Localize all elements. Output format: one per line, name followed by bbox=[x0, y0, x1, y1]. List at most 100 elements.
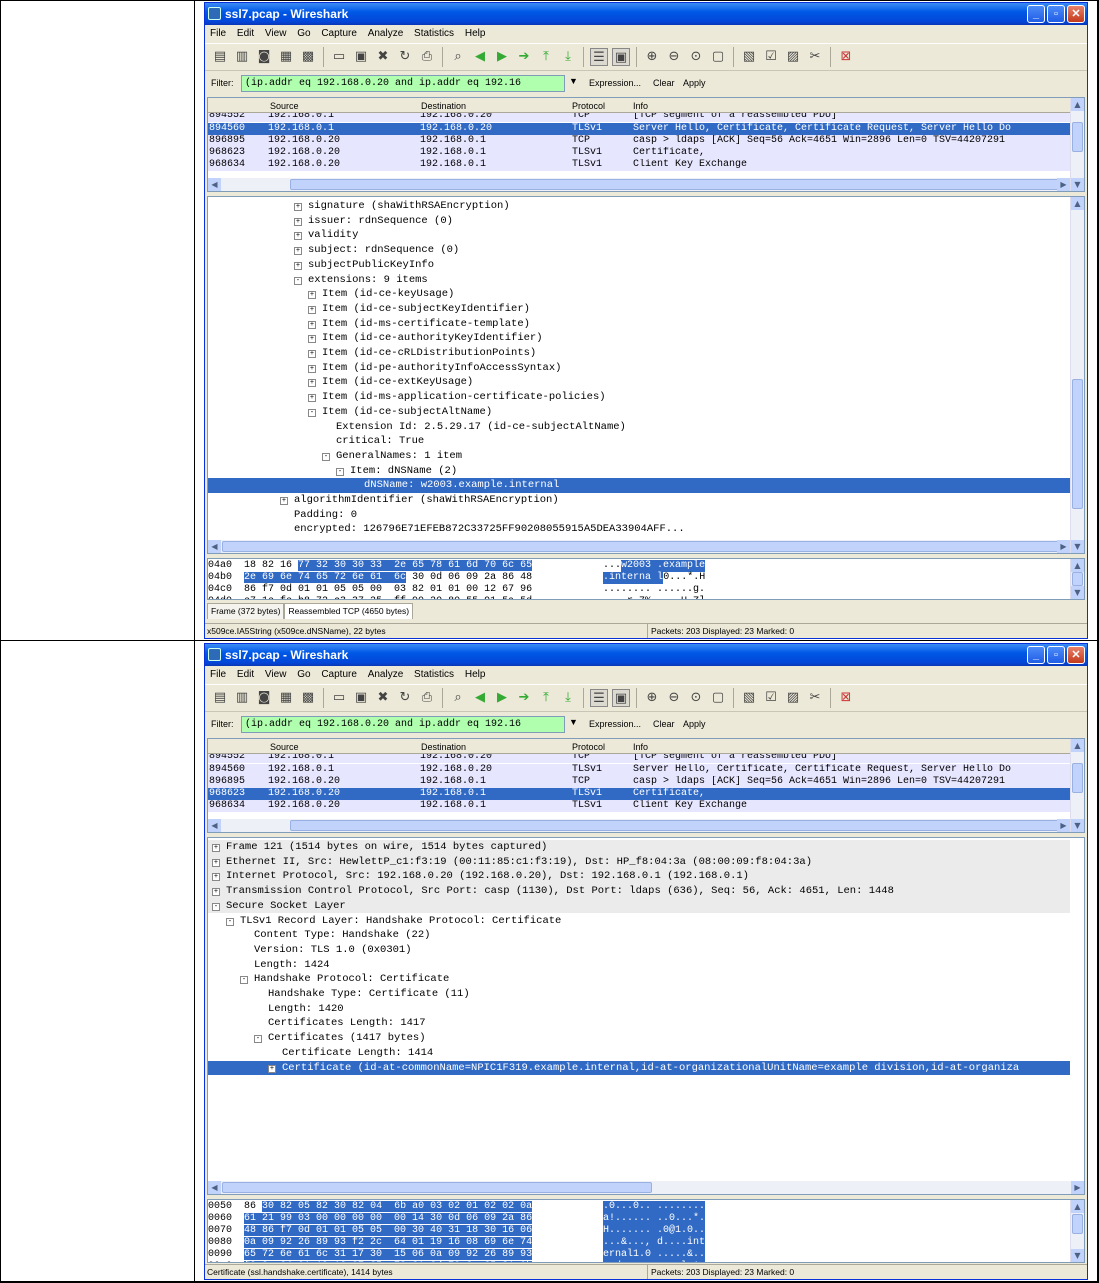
hex-line[interactable]: 00a0 f2 2c 64 01 19 16 07 65 78 61 6d 70… bbox=[208, 1261, 1070, 1262]
collapse-icon[interactable]: - bbox=[336, 467, 344, 476]
bytes-vscrollbar[interactable]: ▲ ▼ bbox=[1070, 1200, 1084, 1262]
help-icon[interactable]: ⊠ bbox=[837, 48, 855, 66]
scroll-left-icon[interactable]: ◀ bbox=[208, 819, 221, 832]
packet-row[interactable]: 894552 192.168.0.1 192.168.0.20 TCP [TCP seg… bbox=[208, 754, 1070, 763]
maximize-button[interactable]: ▫ bbox=[1047, 646, 1065, 664]
capture-filters-icon[interactable]: ▧ bbox=[740, 689, 758, 707]
tree-item[interactable]: + Item (id-pe-authorityInfoAccessSyntax) bbox=[208, 361, 1070, 376]
menu-help[interactable]: Help bbox=[465, 669, 486, 680]
print-icon[interactable]: ⎙ bbox=[418, 48, 436, 66]
expand-icon[interactable]: + bbox=[212, 858, 220, 867]
apply-button[interactable]: Apply bbox=[683, 719, 706, 729]
capture-options-icon[interactable]: ▥ bbox=[233, 48, 251, 66]
expand-icon[interactable]: + bbox=[308, 364, 316, 373]
clear-button[interactable]: Clear bbox=[653, 719, 675, 729]
menu-analyze[interactable]: Analyze bbox=[368, 669, 404, 680]
start-capture-icon[interactable]: ◙ bbox=[255, 689, 273, 707]
column-source[interactable]: Source bbox=[270, 740, 299, 754]
tree-item[interactable]: + algorithmIdentifier (shaWithRSAEncrypti… bbox=[208, 493, 1070, 508]
find-icon[interactable]: ⌕ bbox=[449, 48, 467, 66]
expand-icon[interactable]: + bbox=[308, 350, 316, 358]
collapse-icon[interactable]: - bbox=[254, 1035, 262, 1044]
filter-input[interactable]: (ip.addr eq 192.168.0.20 and ip.addr eq … bbox=[241, 75, 565, 92]
tree-item[interactable]: Extension Id: 2.5.29.17 (id-ce-subjectAl… bbox=[208, 420, 1070, 435]
expression-button[interactable]: Expression... bbox=[589, 719, 641, 729]
details-hscrollbar[interactable]: ◀ ▶ bbox=[208, 1181, 1084, 1194]
bytes-vscrollbar[interactable]: ▲ ▼ bbox=[1070, 559, 1084, 599]
tree-item[interactable]: - Handshake Protocol: Certificate bbox=[208, 972, 1070, 987]
scroll-thumb[interactable] bbox=[1072, 379, 1083, 509]
expand-icon[interactable]: + bbox=[308, 291, 316, 300]
zoom-normal-icon[interactable]: ⊙ bbox=[687, 689, 705, 707]
scroll-thumb[interactable] bbox=[222, 541, 1062, 552]
scroll-right-icon[interactable]: ▶ bbox=[1071, 1181, 1084, 1194]
display-filters-icon[interactable]: ☑ bbox=[762, 48, 780, 66]
tree-item-selected[interactable]: + Certificate (id-at-commonName=NPIC1F319… bbox=[208, 1060, 1070, 1076]
hex-line[interactable]: 0080 0a 09 92 26 89 93 f2 2c 64 01 19 16… bbox=[208, 1237, 1070, 1249]
zoom-in-icon[interactable]: ⊕ bbox=[643, 48, 661, 66]
menu-view[interactable]: View bbox=[265, 28, 287, 39]
tree-item[interactable]: Certificates Length: 1417 bbox=[208, 1016, 1070, 1031]
last-packet-icon[interactable]: ⤓ bbox=[559, 689, 577, 707]
tree-item[interactable]: + Item (id-ce-keyUsage) bbox=[208, 287, 1070, 302]
menu-go[interactable]: Go bbox=[297, 669, 310, 680]
expand-icon[interactable]: + bbox=[294, 261, 302, 270]
expand-icon[interactable]: + bbox=[308, 379, 316, 388]
tree-item[interactable]: + Transmission Control Protocol, Src Port… bbox=[208, 884, 1070, 899]
filter-dropdown-icon[interactable]: ▼ bbox=[569, 76, 578, 86]
find-icon[interactable]: ⌕ bbox=[449, 689, 467, 707]
menu-statistics[interactable]: Statistics bbox=[414, 669, 454, 680]
scroll-thumb[interactable] bbox=[290, 820, 1060, 831]
packet-row[interactable]: 968623 192.168.0.20 192.168.0.1 TLSv1 Certif… bbox=[208, 147, 1070, 159]
forward-icon[interactable]: ▶ bbox=[493, 48, 511, 66]
goto-icon[interactable]: ➔ bbox=[515, 689, 533, 707]
tab-frame[interactable]: Frame (372 bytes) bbox=[207, 603, 285, 619]
packet-row[interactable]: 968634 192.168.0.20 192.168.0.1 TLSv1 Client… bbox=[208, 159, 1070, 171]
back-icon[interactable]: ◀ bbox=[471, 689, 489, 707]
scroll-left-icon[interactable]: ◀ bbox=[208, 178, 221, 191]
expand-icon[interactable]: + bbox=[294, 247, 302, 256]
tree-item[interactable]: - Secure Socket Layer bbox=[208, 898, 1070, 914]
tree-item[interactable]: + subject: rdnSequence (0) bbox=[208, 243, 1070, 258]
filter-input[interactable]: (ip.addr eq 192.168.0.20 and ip.addr eq … bbox=[241, 716, 565, 733]
tree-item[interactable]: Handshake Type: Certificate (11) bbox=[208, 987, 1070, 1002]
close-file-icon[interactable]: ✖ bbox=[374, 48, 392, 66]
save-icon[interactable]: ▣ bbox=[352, 689, 370, 707]
scroll-down-icon[interactable]: ▼ bbox=[1071, 540, 1084, 553]
column-destination[interactable]: Destination bbox=[421, 99, 466, 113]
tree-item[interactable]: Length: 1424 bbox=[208, 958, 1070, 973]
expression-button[interactable]: Expression... bbox=[589, 78, 641, 88]
minimize-button[interactable]: _ bbox=[1027, 5, 1045, 23]
scroll-down-icon[interactable]: ▼ bbox=[1071, 586, 1084, 599]
scroll-down-icon[interactable]: ▼ bbox=[1071, 819, 1084, 832]
first-packet-icon[interactable]: ⤒ bbox=[537, 48, 555, 66]
column-protocol[interactable]: Protocol bbox=[572, 740, 605, 754]
hex-line[interactable]: 0060 61 21 99 03 00 00 00 00 00 14 30 0d… bbox=[208, 1213, 1070, 1225]
save-icon[interactable]: ▣ bbox=[352, 48, 370, 66]
first-packet-icon[interactable]: ⤒ bbox=[537, 689, 555, 707]
tab-reassembled-tcp[interactable]: Reassembled TCP (4650 bytes) bbox=[284, 603, 414, 619]
hex-line[interactable]: 04c0 86 f7 0d 01 01 05 05 00 03 82 01 01… bbox=[208, 584, 1070, 596]
interfaces-icon[interactable]: ▤ bbox=[211, 689, 229, 707]
collapse-icon[interactable]: - bbox=[294, 276, 302, 285]
column-destination[interactable]: Destination bbox=[421, 740, 466, 754]
tree-item[interactable]: - GeneralNames: 1 item bbox=[208, 449, 1070, 464]
packet-list-hscrollbar[interactable]: ◀ ▶ bbox=[208, 819, 1070, 832]
resize-columns-icon[interactable]: ▢ bbox=[709, 48, 727, 66]
menu-file[interactable]: File bbox=[210, 669, 226, 680]
tree-item[interactable]: Content Type: Handshake (22) bbox=[208, 928, 1070, 943]
tree-item[interactable]: + Item (id-ce-cRLDistributionPoints) bbox=[208, 346, 1070, 361]
scroll-right-icon[interactable]: ▶ bbox=[1057, 819, 1070, 832]
menu-analyze[interactable]: Analyze bbox=[368, 28, 404, 39]
tree-item[interactable]: + Item (id-ce-extKeyUsage) bbox=[208, 375, 1070, 390]
resize-columns-icon[interactable]: ▢ bbox=[709, 689, 727, 707]
scroll-up-icon[interactable]: ▲ bbox=[1071, 559, 1084, 572]
packet-row[interactable]: 896895 192.168.0.20 192.168.0.1 TCP casp > l… bbox=[208, 776, 1070, 788]
scroll-up-icon[interactable]: ▲ bbox=[1071, 739, 1084, 752]
maximize-button[interactable]: ▫ bbox=[1047, 5, 1065, 23]
column-info[interactable]: Info bbox=[633, 740, 648, 754]
tree-item[interactable]: + Item (id-ce-authorityKeyIdentifier) bbox=[208, 331, 1070, 346]
open-icon[interactable]: ▭ bbox=[330, 689, 348, 707]
tree-item[interactable]: encrypted: 126796E71EFEB872C33725FF90208… bbox=[208, 522, 1070, 537]
filter-dropdown-icon[interactable]: ▼ bbox=[569, 717, 578, 727]
